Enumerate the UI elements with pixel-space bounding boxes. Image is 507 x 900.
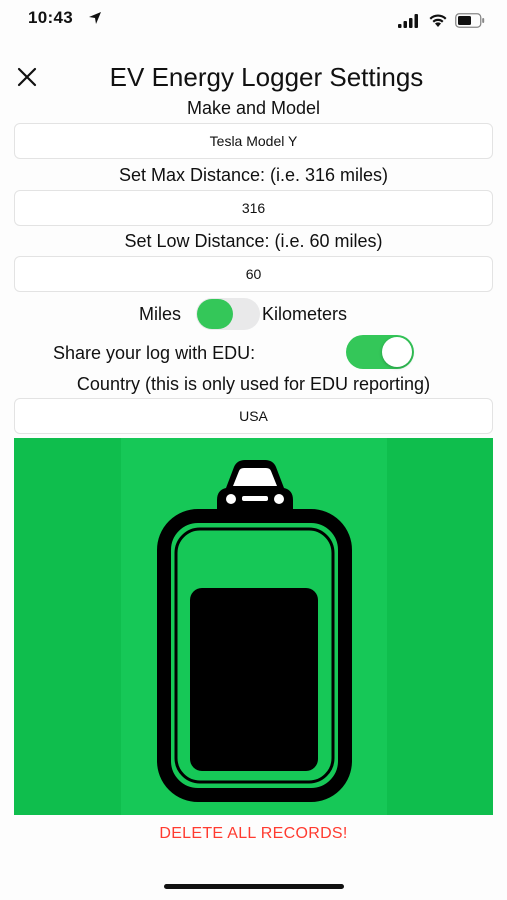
kilometers-label: Kilometers	[262, 304, 348, 324]
units-row: Miles Kilometers	[0, 298, 507, 332]
share-label: Share your log with EDU:	[53, 343, 256, 363]
cellular-signal-icon	[398, 14, 418, 28]
low-distance-label: Set Low Distance: (i.e. 60 miles)	[124, 231, 383, 251]
location-arrow-icon	[89, 12, 101, 24]
make-model-field[interactable]: Tesla Model Y	[14, 123, 493, 159]
make-model-label: Make and Model	[186, 98, 321, 118]
battery-graphic	[14, 438, 493, 815]
battery-illustration	[157, 460, 352, 802]
battery-icon	[455, 13, 485, 28]
wifi-icon	[429, 14, 447, 27]
units-toggle-knob	[197, 299, 233, 329]
low-distance-field[interactable]: 60	[14, 256, 493, 292]
country-field[interactable]: USA	[14, 398, 493, 434]
settings-screen: 10:43 EV Energy Logger Settings Make and…	[0, 0, 507, 900]
status-bar: 10:43	[0, 0, 507, 40]
country-label: Country (this is only used for EDU repor…	[76, 374, 431, 394]
battery-level-fill	[190, 588, 318, 771]
max-distance-field[interactable]: 316	[14, 190, 493, 226]
share-row: Share your log with EDU:	[0, 335, 507, 371]
miles-label: Miles	[139, 304, 182, 324]
delete-all-records-button[interactable]: DELETE ALL RECORDS!	[0, 825, 507, 843]
share-toggle-knob	[382, 337, 412, 367]
share-toggle[interactable]	[346, 335, 414, 369]
home-indicator	[164, 884, 344, 889]
page-title: EV Energy Logger Settings	[109, 62, 424, 92]
units-toggle[interactable]	[196, 298, 260, 330]
status-time: 10:43	[28, 8, 73, 27]
max-distance-label: Set Max Distance: (i.e. 316 miles)	[118, 165, 389, 185]
